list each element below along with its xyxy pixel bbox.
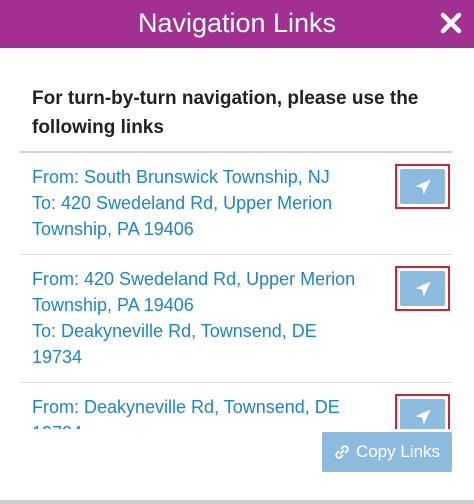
dialog-title: Navigation Links — [137, 8, 337, 38]
route-3-line-1[interactable]: From: Deakyneville Rd, Townsend, DE — [32, 394, 372, 420]
navigate-arrow-icon — [415, 281, 430, 296]
route-2-line-1[interactable]: From: 420 Swedeland Rd, Upper Merion — [32, 266, 372, 292]
route-item-1: From: South Brunswick Township, NJ To: 4… — [20, 153, 452, 255]
route-1-line-2[interactable]: To: 420 Swedeland Rd, Upper Merion — [32, 190, 372, 216]
bottom-divider — [0, 500, 474, 504]
route-1-navigate-button[interactable] — [400, 169, 445, 204]
copy-links-label: Copy Links — [355, 442, 441, 461]
route-list[interactable]: From: South Brunswick Township, NJ To: 4… — [20, 151, 452, 429]
close-button[interactable] — [436, 8, 466, 38]
route-2-highlight — [395, 266, 450, 311]
navigate-arrow-icon — [415, 409, 430, 424]
route-3-navigate-button[interactable] — [400, 399, 445, 429]
route-item-2: From: 420 Swedeland Rd, Upper Merion Tow… — [20, 255, 452, 383]
route-2-navigate-button[interactable] — [400, 271, 445, 306]
route-2-line-4[interactable]: 19734 — [32, 344, 372, 370]
route-3-highlight — [395, 394, 450, 429]
link-icon — [335, 445, 349, 459]
route-3-line-2[interactable]: 19734 — [32, 420, 372, 429]
dialog-header: Navigation Links — [0, 0, 474, 48]
route-2-line-2[interactable]: Township, PA 19406 — [32, 292, 372, 318]
intro-text: For turn-by-turn navigation, please use … — [32, 88, 419, 138]
route-1-highlight — [395, 164, 450, 209]
route-item-3: From: Deakyneville Rd, Townsend, DE 1973… — [20, 383, 452, 429]
copy-links-button[interactable]: Copy Links — [322, 432, 452, 472]
route-1-line-1[interactable]: From: South Brunswick Township, NJ — [32, 164, 372, 190]
navigate-arrow-icon — [415, 179, 430, 194]
route-1-line-3[interactable]: Township, PA 19406 — [32, 216, 372, 242]
close-icon — [440, 12, 462, 34]
route-2-line-3[interactable]: To: Deakyneville Rd, Townsend, DE — [32, 318, 372, 344]
